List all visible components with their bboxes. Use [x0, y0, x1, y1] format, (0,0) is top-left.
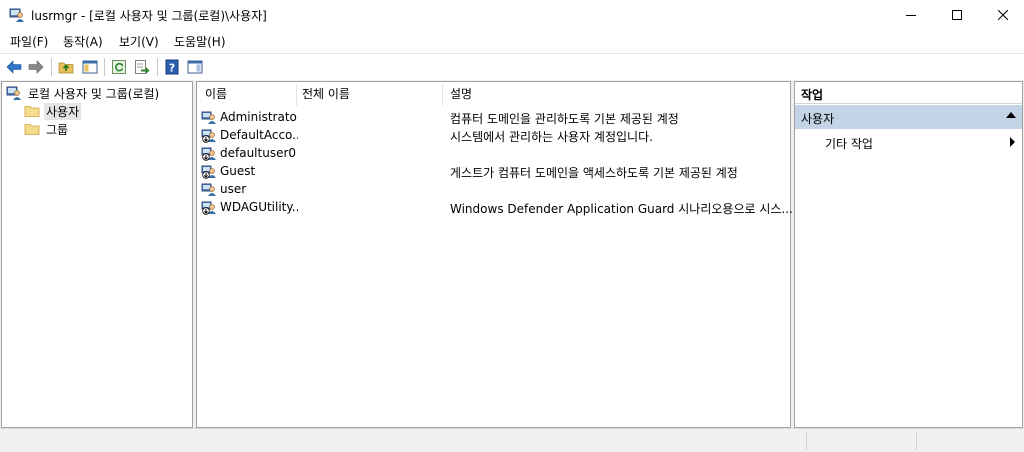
- close-button[interactable]: [980, 0, 1024, 30]
- submenu-arrow-icon: [1010, 137, 1015, 147]
- tree-item-root[interactable]: 로컬 사용자 및 그룹(로컬): [6, 84, 161, 102]
- actions-section-label: 사용자: [801, 112, 835, 126]
- user-name: defaultuser0: [220, 146, 297, 160]
- table-row[interactable]: WDAGUtility... Windows Defender Applicat…: [201, 198, 793, 216]
- disabled-user-icon: [201, 201, 216, 215]
- toolbar: ?: [0, 53, 1024, 79]
- refresh-icon: [112, 60, 126, 74]
- status-segment: [806, 432, 916, 450]
- help-button[interactable]: ?: [162, 57, 182, 77]
- forward-button[interactable]: [26, 57, 46, 77]
- user-name: user: [220, 182, 247, 196]
- user-description: 시스템에서 관리하는 사용자 계정입니다.: [450, 130, 653, 144]
- user-icon: [201, 111, 216, 124]
- table-row[interactable]: defaultuser0: [201, 144, 787, 162]
- user-description: 게스트가 컴퓨터 도메인을 액세스하도록 기본 제공된 계정: [450, 166, 738, 180]
- title-bar: lusrmgr - [로컬 사용자 및 그룹(로컬)\사용자]: [0, 0, 1024, 30]
- disabled-user-icon: [201, 165, 216, 179]
- column-header-description[interactable]: 설명: [450, 85, 472, 102]
- tree-item-groups[interactable]: 그룹: [24, 120, 70, 138]
- minimize-button[interactable]: [888, 0, 934, 30]
- status-bar: [0, 428, 1024, 452]
- show-hide-tree-icon: [82, 60, 98, 74]
- window-title: lusrmgr - [로컬 사용자 및 그룹(로컬)\사용자]: [31, 9, 267, 23]
- computer-users-icon: [9, 8, 24, 22]
- table-row[interactable]: DefaultAcco... 시스템에서 관리하는 사용자 계정입니다.: [201, 126, 787, 144]
- more-actions-item[interactable]: 기타 작업: [825, 134, 1015, 152]
- menu-help[interactable]: 도움말(H): [174, 33, 226, 50]
- export-list-button[interactable]: [132, 57, 152, 77]
- back-button[interactable]: [4, 57, 24, 77]
- computer-users-icon: [6, 86, 21, 100]
- user-description: Windows Defender Application Guard 시나리오용…: [450, 202, 793, 216]
- column-divider[interactable]: [442, 84, 443, 106]
- table-row[interactable]: Guest 게스트가 컴퓨터 도메인을 액세스하도록 기본 제공된 계정: [201, 162, 787, 180]
- more-actions-label: 기타 작업: [825, 137, 873, 151]
- user-name: DefaultAcco...: [220, 128, 298, 142]
- user-name: WDAGUtility...: [220, 200, 298, 214]
- help-icon: ?: [165, 59, 179, 75]
- maximize-icon: [952, 10, 962, 20]
- menu-action[interactable]: 동작(A): [63, 33, 103, 50]
- status-segment: [916, 432, 1024, 450]
- table-row[interactable]: Administrator 컴퓨터 도메인을 관리하도록 기본 제공된 계정: [201, 108, 787, 126]
- column-divider[interactable]: [296, 84, 297, 106]
- tree-item-label: 사용자: [44, 102, 82, 120]
- toolbar-separator: [51, 58, 52, 76]
- table-row[interactable]: user: [201, 180, 787, 198]
- folder-icon: [24, 106, 40, 117]
- actions-pane-title: 작업: [795, 82, 1022, 104]
- toolbar-separator: [104, 58, 105, 76]
- refresh-button[interactable]: [109, 57, 129, 77]
- disabled-user-icon: [201, 129, 216, 143]
- folder-icon: [24, 124, 40, 135]
- column-header-full-name[interactable]: 전체 이름: [302, 85, 350, 102]
- actions-pane: 작업 사용자 기타 작업: [794, 81, 1023, 428]
- console-tree[interactable]: 로컬 사용자 및 그룹(로컬) 사용자 그룹: [1, 81, 193, 428]
- toolbar-separator: [157, 58, 158, 76]
- tree-item-users[interactable]: 사용자: [24, 102, 82, 120]
- tree-item-label: 그룹: [46, 122, 69, 137]
- user-name: Administrator: [220, 110, 298, 124]
- user-list[interactable]: 이름 전체 이름 설명 Administrator 컴퓨터 도메인을 관리하도록…: [196, 81, 793, 428]
- svg-text:?: ?: [169, 62, 175, 75]
- show-hide-action-pane-icon: [187, 60, 203, 74]
- export-list-icon: [135, 60, 150, 74]
- user-icon: [201, 183, 216, 196]
- collapse-up-icon[interactable]: [1006, 112, 1016, 118]
- tree-item-label: 로컬 사용자 및 그룹(로컬): [28, 86, 160, 101]
- disabled-user-icon: [201, 147, 216, 161]
- menu-bar: 파일(F) 동작(A) 보기(V) 도움말(H): [0, 30, 1024, 52]
- maximize-button[interactable]: [934, 0, 980, 30]
- up-folder-icon: [58, 62, 74, 74]
- column-header-name[interactable]: 이름: [205, 85, 227, 102]
- show-hide-action-pane-button[interactable]: [185, 57, 205, 77]
- user-description: 컴퓨터 도메인을 관리하도록 기본 제공된 계정: [450, 112, 679, 126]
- back-arrow-icon: [6, 60, 22, 74]
- close-icon: [998, 10, 1008, 20]
- up-one-level-button[interactable]: [56, 57, 76, 77]
- forward-arrow-icon: [28, 60, 44, 74]
- menu-view[interactable]: 보기(V): [119, 33, 159, 50]
- user-name: Guest: [220, 164, 256, 178]
- menu-file[interactable]: 파일(F): [10, 33, 48, 50]
- content-area: 로컬 사용자 및 그룹(로컬) 사용자 그룹 이름 전체 이름 설명 Admin…: [0, 80, 1024, 428]
- show-hide-tree-button[interactable]: [80, 57, 100, 77]
- actions-section-users[interactable]: 사용자: [795, 105, 1022, 129]
- minimize-icon: [906, 15, 916, 16]
